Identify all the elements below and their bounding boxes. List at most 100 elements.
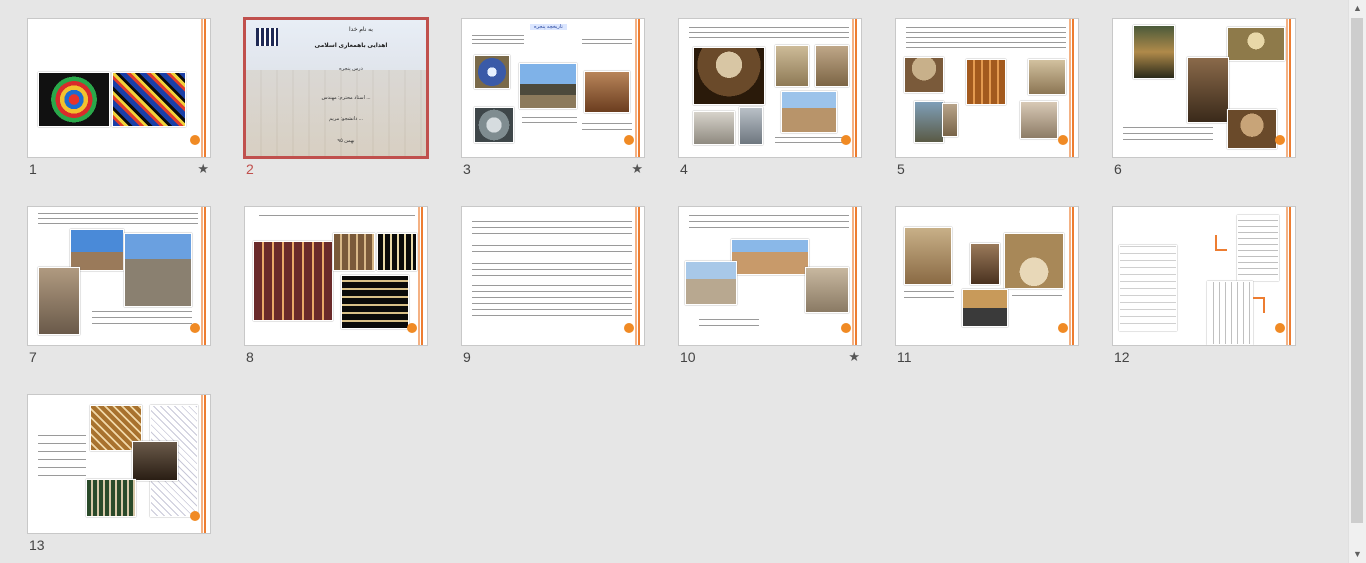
window-drawing [1207,281,1253,345]
title-line: اهدایی باهمعاری اسلامی [314,43,388,49]
text-line [522,122,577,123]
text-line [582,129,632,130]
text-line [38,443,86,444]
courtyard-image [685,261,737,305]
title-line: استاد محترم: مهندس ... [321,95,371,101]
text-line [472,35,524,36]
scrollbar-thumb[interactable] [1351,18,1363,523]
title-line: به نام خدا [349,27,373,33]
window-image [333,233,375,271]
text-line [904,291,954,292]
slide-13[interactable]: 13 [27,394,211,562]
slide-number: 5 [897,161,905,177]
text-line [472,315,632,316]
slide-7-thumbnail[interactable] [27,206,211,346]
slide-4-thumbnail[interactable] [678,18,862,158]
lattice-image [86,479,136,517]
slide-10[interactable]: 10 ★ [678,206,862,374]
text-line [38,218,198,219]
slide-dot [1058,135,1068,145]
slide-10-thumbnail[interactable] [678,206,862,346]
text-line [1123,133,1213,134]
slide-8-thumbnail[interactable] [244,206,428,346]
vertical-scrollbar[interactable]: ▲ ▼ [1348,0,1366,563]
arch-image [904,227,952,285]
transition-star-icon[interactable]: ★ [631,161,643,177]
slide-number: 11 [897,349,912,365]
text-line [472,251,632,252]
slide-accent-bar [635,19,640,157]
slide-4[interactable]: 4 [678,18,862,186]
text-line [906,47,1066,48]
slide-2-thumbnail[interactable]: به نام خدا اهدایی باهمعاری اسلامی درس پن… [243,17,429,159]
text-line [904,297,954,298]
text-line [689,221,849,222]
text-line [472,263,632,264]
slide-number: 8 [246,349,254,365]
ceiling-image [1227,27,1285,61]
text-line [689,227,849,228]
slide-number: 4 [680,161,688,177]
text-line [582,39,632,40]
slide-5-thumbnail[interactable] [895,18,1079,158]
arrow-icon [1215,235,1227,251]
text-line [472,227,632,228]
slide-accent-bar [635,207,640,345]
text-line [38,435,86,436]
text-line [472,43,524,44]
window-image [904,57,944,93]
text-line [92,317,192,318]
scroll-up-icon[interactable]: ▲ [1349,0,1366,17]
slide-5[interactable]: 5 [895,18,1079,186]
slide-accent-bar [1069,19,1074,157]
slide-dot [1275,323,1285,333]
text-line [38,459,86,460]
window-image [1028,59,1066,95]
stained-glass-image [112,72,186,127]
slide-12-thumbnail[interactable] [1112,206,1296,346]
slide-13-thumbnail[interactable] [27,394,211,534]
slide-12[interactable]: 12 [1112,206,1296,374]
text-line [92,323,192,324]
slide-11-thumbnail[interactable] [895,206,1079,346]
slide-6[interactable]: 6 [1112,18,1296,186]
text-line [472,297,632,298]
arch-image [1227,109,1277,149]
transition-star-icon[interactable]: ★ [197,161,209,177]
text-line [775,142,847,143]
slide-accent-bar [201,19,206,157]
slide-accent-bar [852,19,857,157]
text-line [38,451,86,452]
transition-star-icon[interactable]: ★ [848,349,860,365]
slide-sorter-pane[interactable]: 1 ★ به نام خدا اهدایی باهمعاری اسلامی در… [0,0,1349,563]
slide-9[interactable]: 9 [461,206,645,374]
persepolis-image [124,233,192,307]
slide-1[interactable]: 1 ★ [27,18,211,186]
slide-dot [624,135,634,145]
slide-8[interactable]: 8 [244,206,428,374]
slide-accent-bar [852,207,857,345]
text-line [906,42,1066,43]
window-image [584,71,630,113]
scroll-down-icon[interactable]: ▼ [1349,546,1366,563]
slide-6-thumbnail[interactable] [1112,18,1296,158]
text-line [699,325,759,326]
text-line [689,27,849,28]
building-image [693,111,735,145]
arch-image [775,45,809,87]
slide-number: 10 [680,349,696,365]
slide-2[interactable]: به نام خدا اهدایی باهمعاری اسلامی درس پن… [243,17,429,186]
slide-1-thumbnail[interactable] [27,18,211,158]
slide-3-thumbnail[interactable]: تاریخچه پنجره [461,18,645,158]
window-drawing [1237,215,1279,281]
street-image [962,289,1008,327]
slide-11[interactable]: 11 [895,206,1079,374]
text-line [92,311,192,312]
text-line [906,27,1066,28]
slide-3[interactable]: تاریخچه پنجره 3 ★ [461,18,645,186]
slide-number: 12 [1114,349,1130,365]
text-line [699,319,759,320]
text-line [38,213,198,214]
slide-9-thumbnail[interactable] [461,206,645,346]
slide-7[interactable]: 7 [27,206,211,374]
